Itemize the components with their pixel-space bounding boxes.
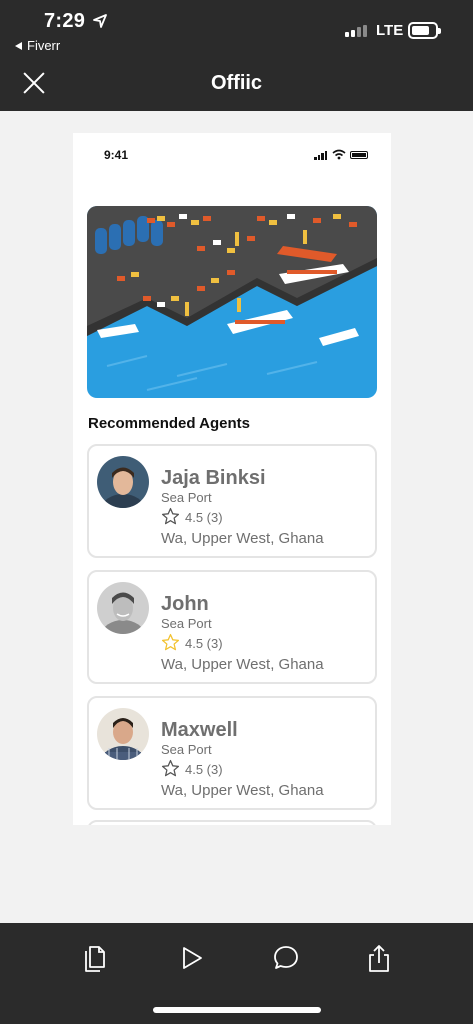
agent-card[interactable]: Jaja Binksi Sea Port 4.5 (3) Wa, Upper W…	[87, 444, 377, 558]
agent-name: Maxwell	[161, 719, 238, 741]
star-outline-icon[interactable]	[161, 633, 180, 652]
agent-rating: 4.5 (3)	[185, 636, 223, 651]
agent-location: Wa, Upper West, Ghana	[161, 530, 324, 547]
avatar	[97, 456, 149, 508]
back-app-label: Fiverr	[27, 38, 61, 53]
inner-signal-icon	[314, 151, 328, 160]
agent-card-partial[interactable]	[87, 820, 377, 825]
agent-card[interactable]: John Sea Port 4.5 (3) Wa, Upper West, Gh…	[87, 570, 377, 684]
star-outline-icon[interactable]	[161, 759, 180, 778]
top-bar: 7:29 Fiverr LTE Offiic	[0, 0, 473, 111]
app-screen: 9:41 Recommended Agents Jaja Binksi Sea …	[73, 133, 391, 825]
status-time: 7:29	[44, 10, 86, 32]
agent-type: Sea Port	[161, 742, 212, 757]
ios-status-bar: 7:29 Fiverr LTE	[0, 0, 473, 56]
seaport-illustration	[87, 206, 377, 398]
agent-location: Wa, Upper West, Ghana	[161, 656, 324, 673]
location-arrow-icon	[93, 14, 107, 28]
agent-rating: 4.5 (3)	[185, 762, 223, 777]
back-to-app-link[interactable]: Fiverr	[15, 38, 60, 53]
avatar	[97, 708, 149, 760]
agent-type: Sea Port	[161, 616, 212, 631]
agent-card[interactable]: Maxwell Sea Port 4.5 (3) Wa, Upper West,…	[87, 696, 377, 810]
agent-name: Jaja Binksi	[161, 467, 266, 489]
inner-status-time: 9:41	[104, 148, 129, 162]
star-outline-icon[interactable]	[161, 507, 180, 526]
back-triangle-icon	[15, 42, 22, 50]
page-title: Offiic	[210, 72, 263, 94]
inner-status-bar: 9:41	[73, 133, 391, 173]
agent-location: Wa, Upper West, Ghana	[161, 782, 324, 799]
copy-icon[interactable]	[81, 943, 109, 973]
inner-battery-icon	[350, 151, 368, 159]
battery-icon	[408, 22, 441, 39]
wifi-icon	[332, 149, 346, 160]
play-icon[interactable]	[178, 943, 206, 973]
agent-name: John	[161, 593, 209, 615]
agent-rating: 4.5 (3)	[185, 510, 223, 525]
section-title: Recommended Agents	[88, 415, 250, 432]
network-label: LTE	[376, 22, 404, 39]
signal-icon	[345, 25, 371, 37]
agent-type: Sea Port	[161, 490, 212, 505]
avatar	[97, 582, 149, 634]
comment-icon[interactable]	[272, 943, 300, 973]
home-indicator[interactable]	[153, 1007, 321, 1013]
share-icon[interactable]	[365, 943, 393, 973]
